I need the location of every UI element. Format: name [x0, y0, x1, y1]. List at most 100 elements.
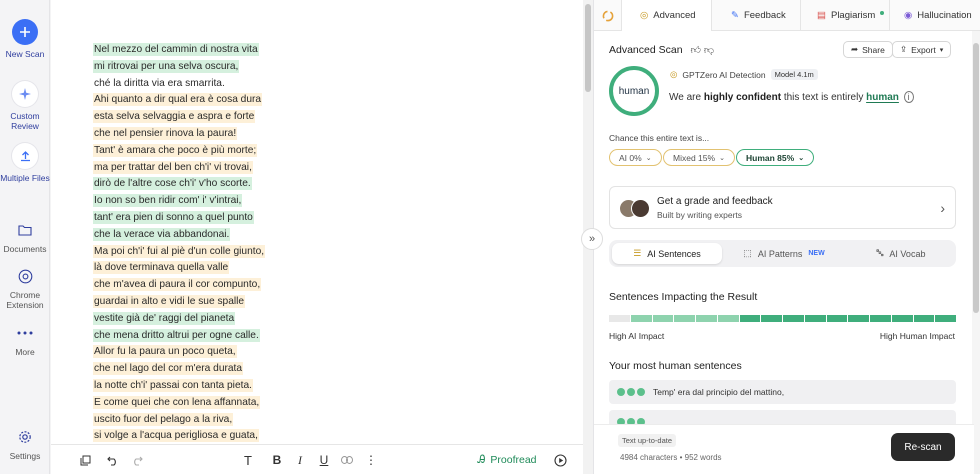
poem-line[interactable]: si volge a l'acqua perigliosa e guata,	[93, 428, 393, 444]
human-sentence-item[interactable]: Temp' era dal principio del mattino,	[609, 380, 956, 404]
bold-button[interactable]: B	[269, 451, 285, 469]
play-circle-icon	[553, 453, 567, 467]
poem-line-text: ma per trattar del ben ch'i' vi trovai,	[93, 160, 253, 174]
poem-line[interactable]: ma per trattar del ben ch'i' vi trovai,	[93, 160, 393, 177]
document-text[interactable]: Nel mezzo del cammin di nostra vita mi ri…	[93, 42, 393, 444]
poem-line[interactable]: Allor fu la paura un poco queta,	[93, 344, 393, 361]
impact-bar-segment	[674, 315, 695, 322]
editor-scrollbar-thumb[interactable]	[585, 4, 591, 92]
conf-mid: this text is entirely	[783, 92, 864, 103]
panel-scrollbar[interactable]	[972, 31, 980, 474]
chip-mixed[interactable]: Mixed 15% ⌄	[663, 149, 735, 166]
tab-feedback[interactable]: ✎ Feedback	[712, 0, 801, 31]
poem-line[interactable]: là dove terminava quella valle	[93, 260, 393, 277]
more-options-button[interactable]: ⋮	[363, 451, 379, 469]
multiple-files-button[interactable]: Multiple Files	[0, 143, 50, 183]
gear-icon	[12, 427, 38, 447]
advanced-scan-title: Advanced Scan 👍︎ 👎︎	[609, 44, 714, 56]
documents-label: Documents	[3, 244, 47, 254]
poem-line[interactable]: la notte ch'i' passai con tanta pieta.	[93, 378, 393, 395]
poem-line[interactable]: mi ritrovai per una selva oscura,	[93, 59, 393, 76]
collapse-panel-button[interactable]: »	[581, 228, 603, 250]
poem-line[interactable]: che m'avea di paura il cor compunto,	[93, 277, 393, 294]
poem-line-text: Ma poi ch'i' fui al piè d'un colle giunt…	[93, 244, 266, 258]
poem-line[interactable]: uscito fuor del pelago a la riva,	[93, 412, 393, 429]
poem-line[interactable]: che nel lago del cor m'era durata	[93, 361, 393, 378]
poem-line[interactable]: guardai in alto e vidi le sue spalle	[93, 294, 393, 311]
custom-review-button[interactable]: Custom Review	[0, 81, 50, 131]
app-root: New Scan Custom Review Multiple Files Do…	[0, 0, 980, 474]
export-button[interactable]: ⇪ Export ▾	[892, 41, 952, 58]
impact-bar-segment	[913, 315, 935, 322]
poem-line-text: la notte ch'i' passai con tanta pieta.	[93, 378, 253, 392]
double-chevron-right-icon: »	[588, 233, 596, 245]
results-panel: ◎ Advanced ✎ Feedback ▤ Plagiarism ◉ Hal…	[593, 0, 980, 474]
logo-tab[interactable]	[594, 0, 622, 31]
documents-button[interactable]: Documents	[0, 220, 50, 254]
copy-button[interactable]	[77, 451, 93, 469]
ai-patterns-label: AI Patterns	[757, 248, 803, 259]
tab-plagiarism[interactable]: ▤ Plagiarism	[801, 0, 890, 31]
proofread-button[interactable]: Ꭿ Proofread	[475, 451, 539, 469]
underline-button[interactable]: U	[316, 451, 332, 469]
poem-line[interactable]: dirò de l'altre cose ch'i' v'ho scorte.	[93, 176, 393, 193]
poem-line[interactable]: vestite già de' raggi del pianeta	[93, 311, 393, 328]
impact-bar-segment	[761, 315, 782, 322]
poem-line[interactable]: che nel pensier rinova la paura!	[93, 126, 393, 143]
poem-line[interactable]: Io non so ben ridir com' i' v'intrai,	[93, 193, 393, 210]
pattern-icon: ⬚	[743, 248, 752, 258]
ai-vocab-tab[interactable]: 🔤︎ AI Vocab	[849, 243, 953, 264]
thumbs-up-icon[interactable]: 👍︎	[690, 45, 700, 56]
play-button[interactable]	[551, 451, 569, 469]
redo-button[interactable]	[129, 451, 145, 469]
more-dots-icon	[12, 323, 38, 343]
impact-bar-segment	[717, 315, 739, 322]
poem-line[interactable]: Tant' è amara che poco è più morte;	[93, 143, 393, 160]
advanced-scan-title-text: Advanced Scan	[609, 44, 683, 56]
ai-patterns-tab[interactable]: ⬚ AI Patterns NEW	[729, 243, 839, 264]
info-icon[interactable]: i	[903, 91, 914, 103]
impact-bar-segment	[739, 315, 761, 322]
text-stats: 4984 characters • 952 words	[620, 453, 722, 462]
rescan-button[interactable]: Re-scan	[891, 433, 955, 461]
poem-line[interactable]: Nel mezzo del cammin di nostra vita	[93, 42, 393, 59]
poem-line[interactable]: Ma poi ch'i' fui al piè d'un colle giunt…	[93, 244, 393, 261]
grade-feedback-card[interactable]: Get a grade and feedback Built by writin…	[609, 186, 956, 229]
text-editor[interactable]: Nel mezzo del cammin di nostra vita mi ri…	[51, 0, 583, 444]
link-button[interactable]	[339, 451, 355, 469]
poem-line-text: tant' era pien di sonno a quel punto	[93, 210, 254, 224]
new-scan-button[interactable]: New Scan	[0, 19, 50, 59]
dot	[627, 388, 635, 396]
undo-button[interactable]	[105, 451, 121, 469]
italic-button[interactable]: I	[292, 451, 308, 469]
vertical-dots-icon: ⋮	[365, 453, 377, 467]
settings-button[interactable]: Settings	[0, 427, 50, 461]
multiple-files-label: Multiple Files	[0, 173, 50, 183]
panel-footer: Text up-to-date 4984 characters • 952 wo…	[594, 424, 974, 474]
tab-hallucination[interactable]: ◉ Hallucination	[890, 0, 980, 31]
copy-icon	[80, 455, 90, 465]
poem-line[interactable]: tant' era pien di sonno a quel punto	[93, 210, 393, 227]
ai-sentences-tab[interactable]: ☰ AI Sentences	[612, 243, 722, 264]
chrome-extension-button[interactable]: Chrome Extension	[0, 266, 50, 310]
poem-line[interactable]: che mena dritto altrui per ogne calle.	[93, 328, 393, 345]
poem-line[interactable]: ché la diritta via era smarrita.	[93, 76, 393, 93]
card-subtitle: Built by writing experts	[657, 210, 743, 220]
poem-line[interactable]: esta selva selvaggia e aspra e forte	[93, 109, 393, 126]
share-button[interactable]: ➦ Share	[843, 41, 893, 58]
poem-line-text: che m'avea di paura il cor compunto,	[93, 278, 262, 292]
text-format-button[interactable]: T	[240, 451, 256, 469]
poem-line[interactable]: E come quei che con lena affannata,	[93, 395, 393, 412]
impact-right-label: High Human Impact	[879, 331, 955, 341]
poem-line-text: uscito fuor del pelago a la riva,	[93, 412, 234, 426]
impact-left-label: High AI Impact	[609, 331, 665, 341]
thumbs-down-icon[interactable]: 👎︎	[704, 45, 714, 56]
panel-scrollbar-thumb[interactable]	[973, 43, 979, 313]
chip-human[interactable]: Human 85% ⌄	[736, 149, 815, 166]
tab-plagiarism-label: Plagiarism	[830, 10, 876, 21]
chip-ai[interactable]: AI 0% ⌄	[609, 149, 662, 166]
more-button[interactable]: More	[0, 323, 50, 357]
poem-line[interactable]: che la verace via abbandonai.	[93, 227, 393, 244]
poem-line[interactable]: Ahi quanto a dir qual era è cosa dura	[93, 92, 393, 109]
tab-advanced[interactable]: ◎ Advanced	[622, 0, 712, 31]
